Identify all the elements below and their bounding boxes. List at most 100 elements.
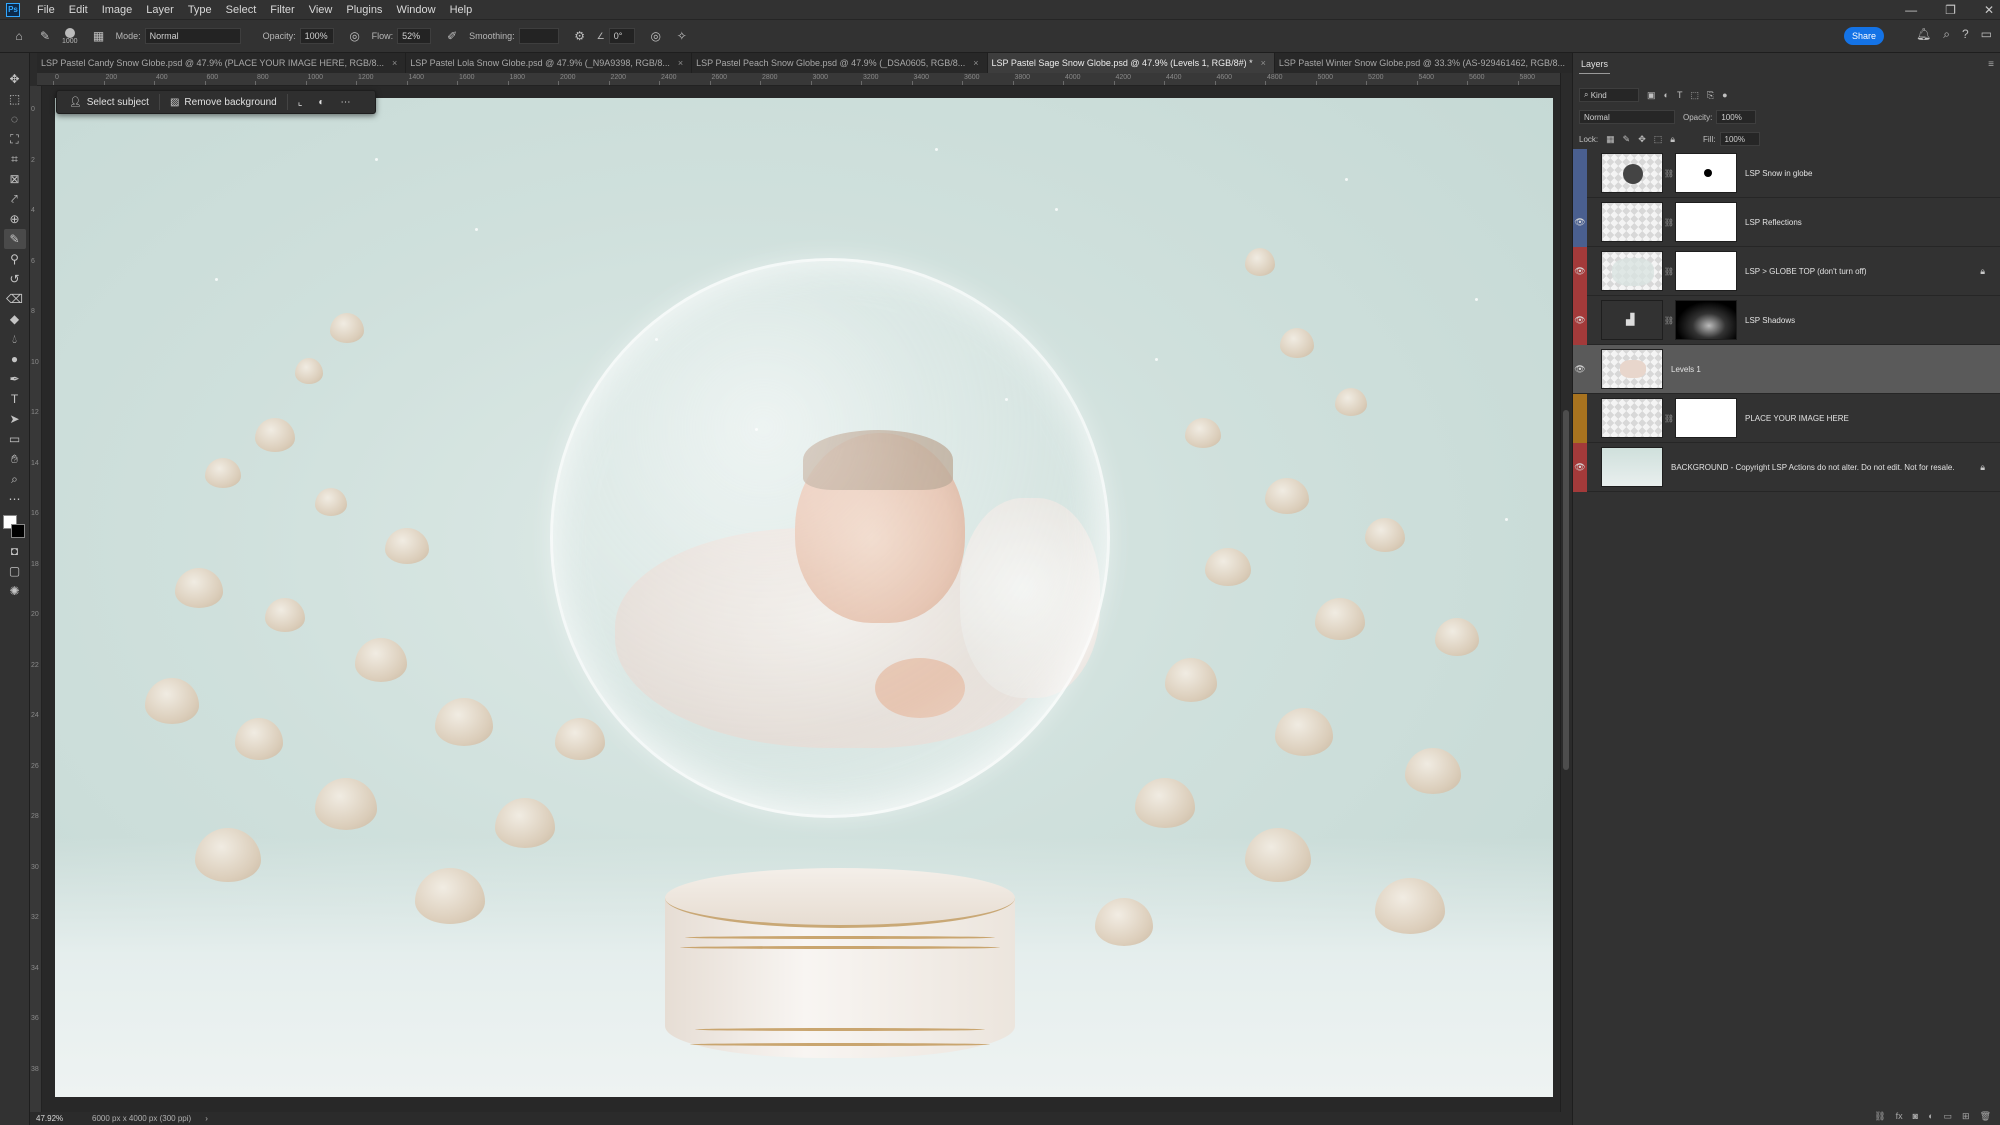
generative-icon[interactable]: ✺ <box>4 581 26 601</box>
menu-type[interactable]: Type <box>181 4 219 16</box>
new-adjustment-icon[interactable]: ◐ <box>1928 1111 1933 1121</box>
select-subject-button[interactable]: 👤︎ Select subject <box>61 93 157 111</box>
layer-thumbnail[interactable] <box>1601 447 1663 487</box>
menu-filter[interactable]: Filter <box>263 4 301 16</box>
menu-select[interactable]: Select <box>219 4 264 16</box>
close-window-icon[interactable]: ✕ <box>1984 3 1994 17</box>
pressure-opacity-icon[interactable]: ◎ <box>346 27 364 45</box>
tab-close-icon[interactable]: × <box>392 58 397 68</box>
symmetry-icon[interactable]: ✧ <box>673 27 691 45</box>
workspace-icon[interactable]: ▭ <box>1981 27 1992 42</box>
home-icon[interactable]: ⌂ <box>10 27 28 45</box>
marquee-tool-icon[interactable]: ⬚ <box>4 89 26 109</box>
color-swatches[interactable] <box>2 515 27 541</box>
status-arrow-icon[interactable]: › <box>205 1114 208 1123</box>
brush-preset-icon[interactable]: ✎ <box>36 27 54 45</box>
vertical-scroll-thumb[interactable] <box>1563 410 1569 770</box>
lock-position-icon[interactable]: ✥ <box>1638 134 1646 145</box>
layer-thumbnail[interactable] <box>1601 202 1663 242</box>
visibility-toggle[interactable] <box>1573 393 1587 443</box>
stamp-tool-icon[interactable]: ⚲ <box>4 249 26 269</box>
hand-tool-icon[interactable]: ✋︎ <box>4 449 26 469</box>
filter-kind-select[interactable]: ⌕ Kind <box>1579 88 1639 102</box>
panel-menu-icon[interactable]: ≡ <box>1988 59 1994 70</box>
eraser-tool-icon[interactable]: ⌫ <box>4 289 26 309</box>
visibility-toggle[interactable]: 👁︎ <box>1573 246 1587 296</box>
airbrush-icon[interactable]: ✐ <box>443 27 461 45</box>
menu-layer[interactable]: Layer <box>139 4 181 16</box>
flow-input[interactable]: 52% <box>397 28 432 44</box>
document-info[interactable]: 6000 px x 4000 px (300 ppi) <box>92 1114 191 1123</box>
smart-object-filter-icon[interactable]: ⎘ <box>1707 90 1714 101</box>
lock-transparent-icon[interactable]: ▦ <box>1606 134 1615 145</box>
layers-tab[interactable]: Layers <box>1579 57 1611 74</box>
fx-icon[interactable]: fx <box>1896 1111 1903 1121</box>
healing-tool-icon[interactable]: ⊕ <box>4 209 26 229</box>
menu-view[interactable]: View <box>302 4 340 16</box>
share-button[interactable]: Share <box>1844 27 1884 45</box>
pixel-filter-icon[interactable]: ▣ <box>1647 90 1656 101</box>
move-tool-icon[interactable]: ✥ <box>4 69 26 89</box>
shape-filter-icon[interactable]: ⬚ <box>1690 90 1699 101</box>
background-color-swatch[interactable] <box>10 524 25 538</box>
layer-mask-thumbnail[interactable] <box>1675 251 1737 291</box>
object-select-tool-icon[interactable]: ⛶ <box>4 129 26 149</box>
menu-edit[interactable]: Edit <box>62 4 95 16</box>
layer-thumbnail[interactable] <box>1601 349 1663 389</box>
document-tab[interactable]: LSP Pastel Candy Snow Globe.psd @ 47.9% … <box>37 53 407 73</box>
filter-toggle-icon[interactable]: ● <box>1722 90 1727 100</box>
fill-input[interactable]: 100% <box>1719 132 1760 146</box>
document-tab[interactable]: LSP Pastel Lola Snow Globe.psd @ 47.9% (… <box>406 53 693 73</box>
visibility-toggle[interactable]: 👁︎ <box>1573 442 1587 492</box>
frame-tool-icon[interactable]: ⊠ <box>4 169 26 189</box>
layer-mask-thumbnail[interactable] <box>1675 202 1737 242</box>
layer-thumbnail[interactable] <box>1601 153 1663 193</box>
minimize-icon[interactable]: — <box>1905 3 1917 17</box>
mode-select[interactable]: Normal <box>144 28 241 44</box>
visibility-toggle[interactable]: 👁︎ <box>1573 295 1587 345</box>
layer-row[interactable]: 👁︎ ⛓ LSP Reflections <box>1573 197 2000 247</box>
dodge-tool-icon[interactable]: ● <box>4 349 26 369</box>
lock-artboard-icon[interactable]: ⬚ <box>1654 134 1663 145</box>
document-tab[interactable]: LSP Pastel Sage Snow Globe.psd @ 47.9% (… <box>987 53 1275 73</box>
lock-image-icon[interactable]: ✎ <box>1623 134 1631 145</box>
pressure-size-icon[interactable]: ◎ <box>647 27 665 45</box>
blur-tool-icon[interactable]: 💧︎ <box>4 329 26 349</box>
transform-button[interactable]: ⌞ <box>290 93 311 111</box>
adjust-button[interactable]: ◐ <box>310 93 332 111</box>
tab-close-icon[interactable]: × <box>1261 58 1266 68</box>
more-options-button[interactable]: ⋯ <box>332 93 358 111</box>
layer-thumbnail[interactable]: ▟ <box>1601 300 1663 340</box>
link-icon[interactable]: ⛓ <box>1663 267 1675 276</box>
visibility-toggle[interactable]: 👁︎ <box>1573 197 1587 247</box>
link-icon[interactable]: ⛓ <box>1663 218 1675 227</box>
adjustment-filter-icon[interactable]: ◐ <box>1664 90 1669 100</box>
zoom-tool-icon[interactable]: ⌕ <box>4 469 26 489</box>
link-icon[interactable]: ⛓ <box>1663 169 1675 178</box>
layer-mask-thumbnail[interactable] <box>1675 153 1737 193</box>
menu-help[interactable]: Help <box>443 4 480 16</box>
menu-image[interactable]: Image <box>95 4 140 16</box>
link-layers-icon[interactable]: ⛓ <box>1874 1111 1885 1122</box>
restore-icon[interactable]: ❐ <box>1945 3 1956 17</box>
menu-plugins[interactable]: Plugins <box>339 4 389 16</box>
layer-opacity-input[interactable]: 100% <box>1716 110 1757 124</box>
layer-mask-thumbnail[interactable] <box>1675 300 1737 340</box>
bell-icon[interactable]: 🔔︎ <box>1916 27 1931 42</box>
tab-close-icon[interactable]: × <box>678 58 683 68</box>
gear-icon[interactable]: ⚙ <box>571 27 589 45</box>
angle-input[interactable]: 0° <box>608 28 635 44</box>
layer-thumbnail[interactable] <box>1601 251 1663 291</box>
document-tab[interactable]: LSP Pastel Peach Snow Globe.psd @ 47.9% … <box>692 53 988 73</box>
crop-tool-icon[interactable]: ⌗ <box>4 149 26 169</box>
document-canvas[interactable] <box>55 98 1553 1097</box>
lock-all-icon[interactable]: 🔒︎ <box>1670 134 1675 145</box>
delete-layer-icon[interactable]: 🗑︎ <box>1980 1111 1991 1122</box>
shape-tool-icon[interactable]: ▭ <box>4 429 26 449</box>
type-tool-icon[interactable]: T <box>4 389 26 409</box>
remove-background-button[interactable]: ▨ Remove background <box>162 93 285 111</box>
path-select-tool-icon[interactable]: ➤ <box>4 409 26 429</box>
lasso-tool-icon[interactable]: ◌ <box>4 109 26 129</box>
eyedropper-tool-icon[interactable]: ⤤ <box>4 189 26 209</box>
new-layer-icon[interactable]: ⊞ <box>1962 1111 1970 1122</box>
